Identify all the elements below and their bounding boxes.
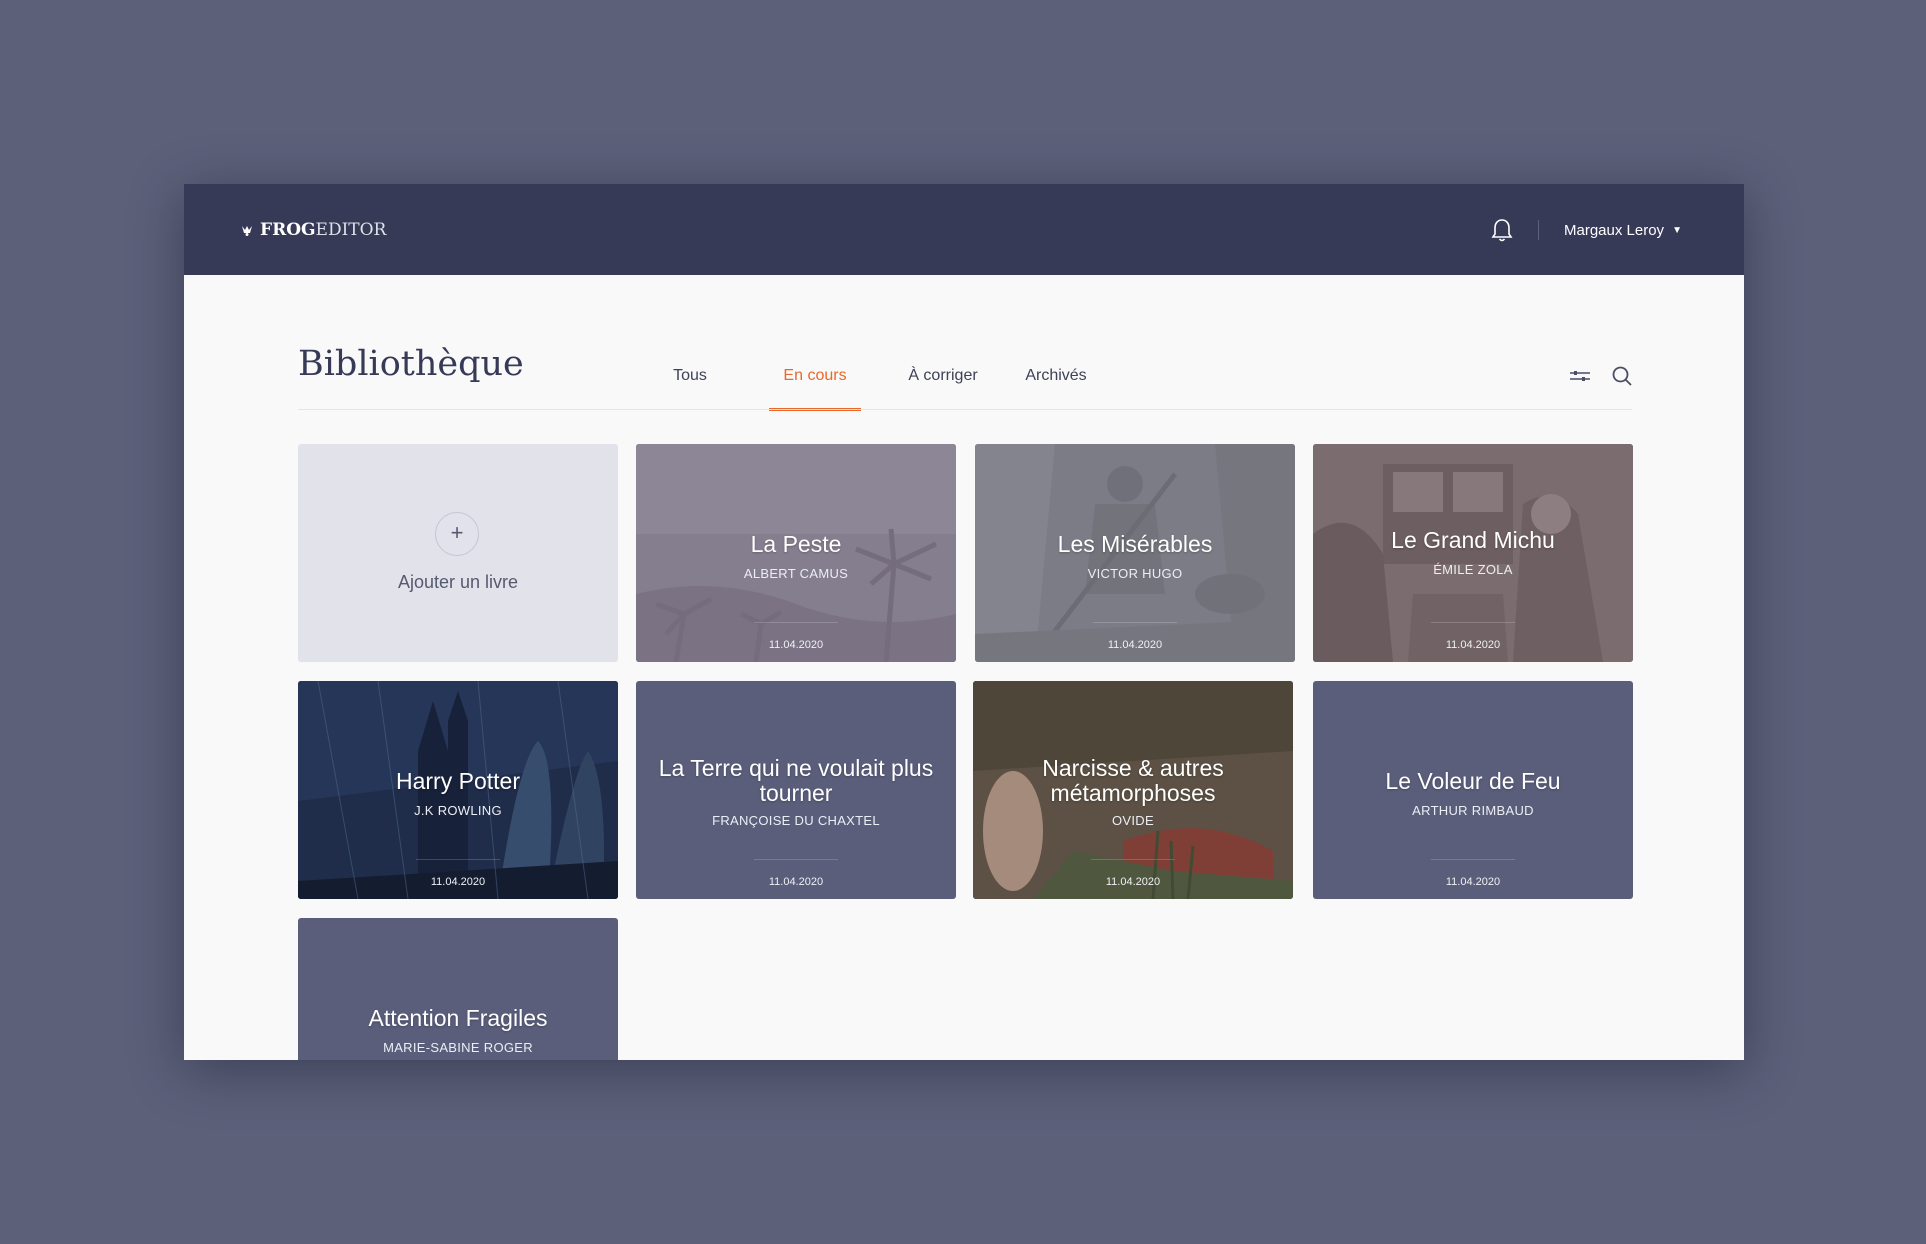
- page-title: Bibliothèque: [298, 344, 524, 384]
- search-icon[interactable]: [1610, 364, 1634, 388]
- tab-label: Tous: [673, 367, 707, 384]
- user-name: Margaux Leroy: [1564, 221, 1665, 239]
- book-title: Attention Fragiles: [368, 1005, 548, 1031]
- app-logo[interactable]: FROGEDITOR: [240, 217, 386, 243]
- book-author: MARIE-SABINE ROGER: [383, 1040, 533, 1055]
- user-menu[interactable]: Margaux Leroy ▼: [1564, 220, 1682, 240]
- book-card[interactable]: Narcisse & autres métamorphoses OVIDE 11…: [973, 681, 1293, 899]
- book-date: 11.04.2020: [430, 876, 486, 888]
- book-author: J.K ROWLING: [414, 803, 502, 818]
- plus-icon: +: [435, 512, 479, 556]
- logo-text-light: EDITOR: [315, 220, 387, 240]
- book-date: 11.04.2020: [768, 639, 824, 651]
- book-date: 11.04.2020: [1107, 639, 1163, 651]
- card-divider: [754, 859, 838, 860]
- card-divider: [1431, 859, 1515, 860]
- filter-tabs: Tous En cours À corriger Archivés: [660, 364, 1101, 411]
- book-card[interactable]: Le Grand Michu ÉMILE ZOLA 11.04.2020: [1313, 444, 1633, 662]
- tab-label: En cours: [783, 367, 847, 384]
- tab-label: Archivés: [1025, 367, 1087, 384]
- book-date: 11.04.2020: [1445, 876, 1501, 888]
- book-card[interactable]: Attention Fragiles MARIE-SABINE ROGER: [298, 918, 618, 1060]
- book-date: 11.04.2020: [1445, 639, 1501, 651]
- book-title: La Terre qui ne voulait plus tourner: [658, 755, 934, 806]
- book-card[interactable]: La Terre qui ne voulait plus tourner FRA…: [636, 681, 956, 899]
- tab-archives[interactable]: Archivés: [1011, 364, 1101, 408]
- book-date: 11.04.2020: [1105, 876, 1161, 888]
- card-divider: [1093, 622, 1177, 623]
- tab-tous[interactable]: Tous: [645, 364, 735, 408]
- book-date: 11.04.2020: [768, 876, 824, 888]
- book-author: OVIDE: [1112, 813, 1154, 828]
- book-card[interactable]: Harry Potter J.K ROWLING 11.04.2020: [298, 681, 618, 899]
- tab-en-cours[interactable]: En cours: [769, 364, 861, 411]
- add-book-card[interactable]: + Ajouter un livre: [298, 444, 618, 662]
- frog-logo-icon: [242, 226, 252, 236]
- topbar-separator: [1538, 220, 1539, 240]
- book-title: Narcisse & autres métamorphoses: [1042, 755, 1224, 806]
- book-title: La Peste: [750, 531, 842, 557]
- book-title: Les Misérables: [1057, 531, 1213, 557]
- book-title: Le Voleur de Feu: [1385, 768, 1561, 794]
- app-window: FROGEDITOR Margaux Leroy ▼ Bibliothèque …: [184, 184, 1744, 1060]
- chevron-down-icon: ▼: [1672, 224, 1682, 236]
- book-card[interactable]: Les Misérables VICTOR HUGO 11.04.2020: [975, 444, 1295, 662]
- notification-bell-icon[interactable]: [1490, 217, 1514, 243]
- book-title: Harry Potter: [396, 768, 520, 794]
- book-author: ARTHUR RIMBAUD: [1412, 803, 1534, 818]
- top-navigation-bar: FROGEDITOR Margaux Leroy ▼: [184, 184, 1744, 275]
- cover-overlay: [1313, 444, 1633, 662]
- book-author: VICTOR HUGO: [1087, 566, 1183, 581]
- tab-a-corriger[interactable]: À corriger: [895, 364, 991, 408]
- card-divider: [416, 859, 500, 860]
- card-divider: [1431, 622, 1515, 623]
- card-divider: [754, 622, 838, 623]
- book-title: Le Grand Michu: [1391, 527, 1555, 553]
- tab-label: À corriger: [908, 367, 978, 384]
- book-author: ALBERT CAMUS: [743, 566, 849, 581]
- filter-sliders-icon[interactable]: [1568, 366, 1592, 386]
- book-author: FRANÇOISE DU CHAXTEL: [712, 813, 880, 828]
- book-author: ÉMILE ZOLA: [1433, 562, 1513, 577]
- book-card[interactable]: La Peste ALBERT CAMUS 11.04.2020: [636, 444, 956, 662]
- logo-text-bold: FROG: [260, 220, 316, 240]
- add-book-label: Ajouter un livre: [397, 572, 519, 592]
- book-card[interactable]: Le Voleur de Feu ARTHUR RIMBAUD 11.04.20…: [1313, 681, 1633, 899]
- tabs-divider: [298, 409, 1632, 410]
- card-divider: [1091, 859, 1175, 860]
